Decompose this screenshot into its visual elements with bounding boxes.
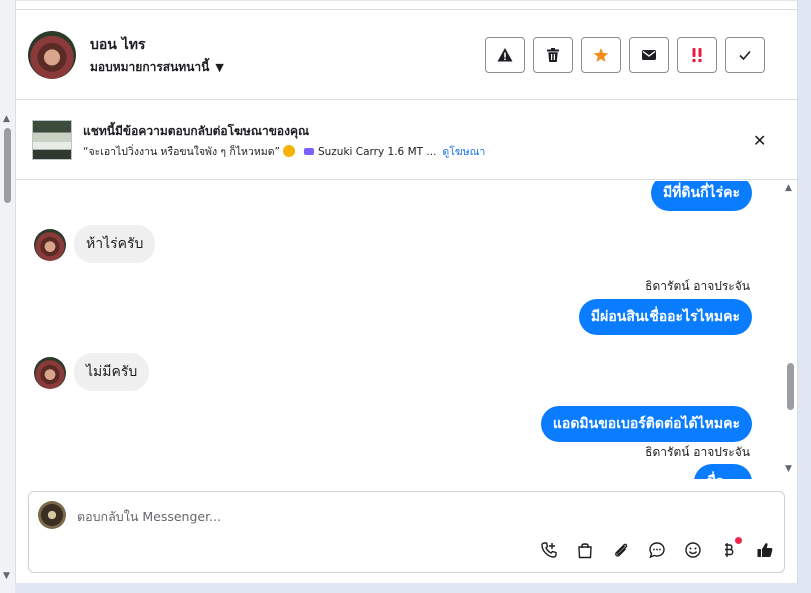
notification-dot (735, 537, 742, 544)
sender-name: ธิดารัตน์ อาจประจัน (645, 279, 750, 293)
contact-name[interactable]: บอน ไทร (90, 34, 146, 56)
car-emoji-icon (303, 148, 314, 155)
message-bubble-icon (648, 542, 665, 559)
message-thread: มีที่ดินกี่ไร่คะ ห้าไร่ครับ ธิดารัตน์ อา… (16, 181, 798, 479)
shopping-bag-icon (577, 543, 592, 559)
ad-reply-banner: แชทนี้มีข้อความตอบกลับต่อโฆษณาของคุณ “จะ… (16, 100, 798, 180)
report-spam-button[interactable] (485, 37, 525, 73)
delete-button[interactable] (533, 37, 573, 73)
outer-scrollbar[interactable]: ▲ ▼ (0, 0, 15, 593)
chat-header: บอน ไทร มอบหมายการสนทนานี้ ▼ (16, 10, 798, 100)
view-ad-link[interactable]: ดูโฆษณา (442, 146, 485, 158)
outgoing-message[interactable]: ชื่อ... (694, 464, 752, 479)
ad-banner-title: แชทนี้มีข้อความตอบกลับต่อโฆษณาของคุณ (83, 124, 310, 138)
mark-unread-button[interactable] (629, 37, 669, 73)
incoming-message[interactable]: ห้าไร่ครับ (74, 225, 156, 263)
assign-label: มอบหมายการสนทนานี้ (90, 60, 210, 74)
saved-replies-button[interactable] (643, 540, 670, 560)
ad-quote: “จะเอาไปวิ่งงาน หรือขนใจพัง ๆ ก็ไหวหมด” (83, 146, 280, 158)
thumbs-up-icon (757, 543, 772, 557)
ad-product: Suzuki Carry 1.6 MT ... (317, 146, 437, 158)
check-icon (739, 50, 751, 61)
scroll-up-arrow-icon[interactable]: ▲ (785, 183, 792, 193)
assign-conversation-dropdown[interactable]: มอบหมายการสนทนานี้ ▼ (90, 58, 224, 77)
star-button[interactable] (581, 37, 621, 73)
smiley-icon (684, 542, 701, 558)
call-add-icon (540, 542, 557, 558)
contact-avatar[interactable] (28, 31, 76, 79)
call-button[interactable] (535, 540, 562, 560)
ad-thumbnail[interactable] (32, 120, 72, 160)
scroll-down-arrow-icon[interactable]: ▼ (785, 464, 792, 474)
baht-icon (724, 543, 733, 557)
star-icon (593, 48, 609, 62)
incoming-message[interactable]: ไม่มีครับ (74, 353, 150, 391)
outgoing-message[interactable]: มีที่ดินกี่ไร่คะ (650, 181, 752, 211)
scroll-down-arrow-icon[interactable]: ▼ (3, 571, 10, 581)
double-exclamation-icon (692, 48, 702, 63)
conversation-toolbar (485, 37, 765, 73)
trash-icon (547, 48, 559, 62)
outgoing-message[interactable]: มีผ่อนสินเชื่ออะไรไหมคะ (578, 299, 752, 335)
paperclip-icon (614, 543, 627, 557)
page-avatar (38, 501, 66, 529)
scrollbar-thumb[interactable] (4, 128, 11, 203)
attach-button[interactable] (607, 540, 634, 560)
follow-up-button[interactable] (677, 37, 717, 73)
scroll-up-arrow-icon[interactable]: ▲ (3, 114, 10, 124)
ad-banner-details: “จะเอาไปวิ่งงาน หรือขนใจพัง ๆ ก็ไหวหมด” S… (83, 143, 485, 160)
emoji-button[interactable] (679, 540, 706, 560)
reply-composer (28, 491, 785, 573)
reply-input[interactable] (77, 506, 677, 526)
mark-done-button[interactable] (725, 37, 765, 73)
contact-avatar-small (34, 357, 66, 389)
like-button[interactable] (751, 540, 778, 560)
shop-button[interactable] (571, 540, 598, 560)
outgoing-message[interactable]: แอดมินขอเบอร์ติดต่อได้ไหมคะ (540, 406, 752, 442)
payment-button[interactable] (715, 537, 742, 560)
page-background-strip (798, 0, 811, 593)
composer-toolbar (535, 537, 778, 560)
sender-name: ธิดารัตน์ อาจประจัน (645, 445, 750, 459)
close-icon[interactable]: ✕ (753, 131, 766, 150)
caret-down-icon: ▼ (215, 61, 224, 74)
sunglasses-emoji-icon (282, 145, 295, 157)
thread-scrollbar-thumb[interactable] (787, 363, 794, 410)
thread-scrollbar[interactable]: ▲ ▼ (783, 181, 798, 479)
page-background-strip-bottom (15, 583, 798, 593)
warning-icon (497, 48, 513, 62)
envelope-icon (642, 50, 656, 60)
contact-avatar-small (34, 229, 66, 261)
